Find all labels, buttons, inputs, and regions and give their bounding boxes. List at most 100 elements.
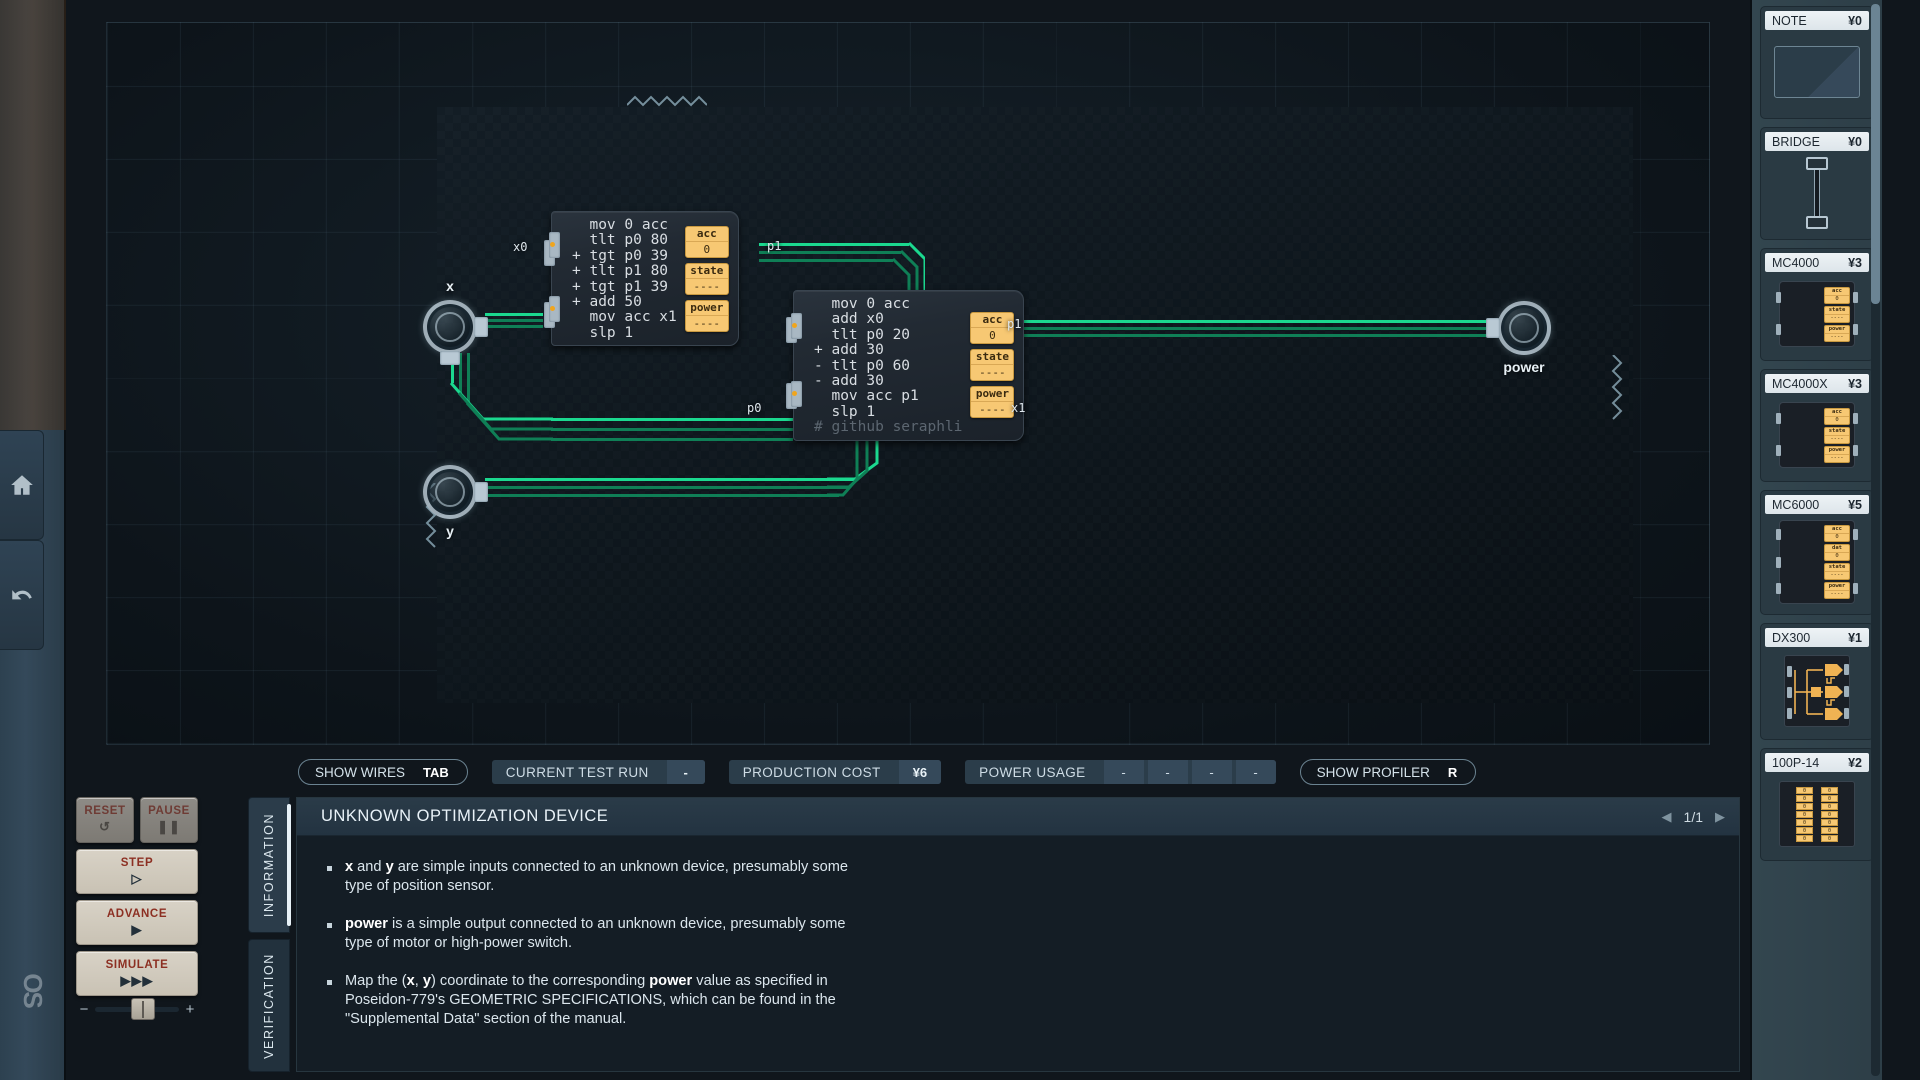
- node-y[interactable]: y: [423, 465, 488, 539]
- wire-segment[interactable]: [485, 319, 543, 322]
- register-name: acc: [685, 227, 728, 242]
- simulate-button[interactable]: SIMULATE ▶▶▶: [76, 951, 198, 996]
- register-acc: acc 0: [684, 225, 729, 258]
- bullet-text: x and y are simple inputs connected to a…: [345, 859, 848, 894]
- chip-mc4000x-1[interactable]: mov 0 acc tlt p0 80 + tgt p0 39 + tlt p1…: [544, 211, 739, 347]
- note-icon: [1774, 46, 1860, 98]
- node-x[interactable]: x: [423, 278, 488, 365]
- scrollbar-thumb[interactable]: [1871, 4, 1880, 304]
- speed-plus-icon[interactable]: +: [182, 1001, 198, 1018]
- wire-segment[interactable]: [485, 494, 839, 497]
- register-value: 0: [1835, 295, 1839, 302]
- p100-cell: 0: [1821, 786, 1838, 794]
- panel-body: x and y are simple inputs connected to a…: [297, 836, 1739, 1029]
- register-value: ----: [1830, 572, 1844, 578]
- register-value: ----: [1830, 314, 1844, 321]
- reset-button[interactable]: RESET ↺: [76, 797, 134, 843]
- part-bridge[interactable]: BRIDGE ¥0: [1760, 127, 1874, 240]
- part-mc4000x[interactable]: MC4000X ¥3 acc 0 state ---- power ----: [1760, 369, 1874, 482]
- parts-sidebar[interactable]: NOTE ¥0 BRIDGE ¥0 MC4000 ¥3 acc 0 state …: [1750, 0, 1882, 1080]
- board-top-connector-icon: [627, 95, 707, 107]
- node-pin: [474, 317, 488, 337]
- parts-scrollbar[interactable]: [1871, 4, 1880, 1076]
- wire-segment[interactable]: [999, 334, 1497, 337]
- speed-slider[interactable]: − +: [76, 998, 198, 1020]
- chip-pin: [549, 232, 560, 258]
- speed-knob[interactable]: [131, 998, 155, 1020]
- wire-bend[interactable]: [443, 375, 553, 445]
- chip-mc4000x-2[interactable]: mov 0 acc add x0 tlt p0 20 + add 30 - tl…: [786, 290, 1025, 441]
- advance-label: ADVANCE: [106, 907, 168, 920]
- wire-segment[interactable]: [999, 327, 1497, 330]
- advance-icon: ▶: [131, 921, 143, 937]
- list-item: power is a simple output connected to an…: [327, 915, 1705, 953]
- p100-cell: 0: [1821, 810, 1838, 818]
- show-wires-button[interactable]: SHOW WIRES TAB: [298, 759, 468, 785]
- production-cost-label: PRODUCTION COST: [742, 764, 881, 780]
- mini-registers: acc 0 dat 0 state ---- power ----: [1824, 525, 1854, 599]
- show-wires-key: TAB: [423, 764, 449, 780]
- p100-cell: 0: [1821, 834, 1838, 842]
- home-button[interactable]: [0, 430, 44, 540]
- part-note[interactable]: NOTE ¥0: [1760, 6, 1874, 119]
- simulate-icon: ▶▶▶: [120, 972, 154, 988]
- part-100p-14[interactable]: 100P-14 ¥2 0 0 0 0 0 0 0 0 0 0 0 0 0 0: [1760, 748, 1874, 861]
- show-profiler-label: SHOW PROFILER: [1316, 764, 1430, 780]
- wire-segment[interactable]: [485, 486, 847, 489]
- speed-track[interactable]: [95, 998, 179, 1020]
- show-profiler-button[interactable]: SHOW PROFILER R: [1299, 759, 1477, 785]
- bullet-icon: [327, 923, 332, 928]
- chip-registers-2: acc 0 state ---- power ----: [966, 291, 1023, 440]
- chip-code-1[interactable]: mov 0 acc tlt p0 80 + tgt p0 39 + tlt p1…: [552, 212, 681, 345]
- undo-button[interactable]: [0, 540, 44, 650]
- wire-segment[interactable]: [999, 320, 1497, 323]
- p100-icon: 0 0 0 0 0 0 0 0 0 0 0 0 0 0: [1779, 781, 1855, 847]
- part-name: BRIDGE: [1772, 134, 1820, 149]
- circuit-grid: x y power mov 0 acc tlt p0 80 + tgt p0 3…: [106, 22, 1710, 745]
- register-value: ----: [1830, 591, 1844, 597]
- tab-verification[interactable]: VERIFICATION: [248, 939, 290, 1072]
- chip-pin: [791, 381, 802, 407]
- part-cost: ¥5: [1848, 497, 1862, 512]
- part-mc4000[interactable]: MC4000 ¥3 acc 0 state ---- power ----: [1760, 248, 1874, 361]
- step-button[interactable]: STEP ▷: [76, 849, 198, 894]
- part-preview: acc 0 state ---- power ----: [1765, 272, 1869, 356]
- part-mc6000[interactable]: MC6000 ¥5 acc 0 dat 0 state ---- power ----: [1760, 490, 1874, 615]
- mini-registers: acc 0 state ---- power ----: [1824, 407, 1854, 463]
- chip-code-2[interactable]: mov 0 acc add x0 tlt p0 20 + add 30 - tl…: [794, 291, 966, 440]
- wire-segment[interactable]: [551, 418, 793, 421]
- register-name: acc: [1825, 288, 1849, 296]
- circuit-canvas[interactable]: x y power mov 0 acc tlt p0 80 + tgt p0 3…: [66, 0, 1750, 795]
- next-page-button[interactable]: ▶: [1715, 809, 1725, 825]
- p100-cell: 0: [1796, 794, 1813, 802]
- register-power: power ----: [970, 386, 1015, 419]
- power-usage-cell: -: [1191, 760, 1232, 784]
- wire-segment[interactable]: [485, 478, 855, 481]
- mc4000-icon: acc 0 state ---- power ----: [1776, 281, 1858, 347]
- tab-information[interactable]: INFORMATION: [248, 797, 291, 933]
- wire-segment[interactable]: [551, 428, 793, 431]
- register-name: power: [971, 387, 1014, 403]
- dx300-icon: [1784, 655, 1850, 727]
- wire-segment[interactable]: [485, 325, 543, 328]
- part-preview: acc 0 state ---- power ----: [1765, 393, 1869, 477]
- node-power[interactable]: power: [1486, 301, 1551, 375]
- part-name: DX300: [1772, 630, 1811, 645]
- panel-tabs: INFORMATION VERIFICATION: [248, 797, 291, 1072]
- step-icon: ▷: [131, 870, 143, 886]
- reset-label: RESET: [84, 805, 126, 817]
- pause-button[interactable]: PAUSE ❚❚: [140, 797, 198, 843]
- wire-segment[interactable]: [759, 259, 893, 262]
- speed-minus-icon[interactable]: −: [76, 1001, 92, 1018]
- register-value: ----: [1830, 435, 1844, 442]
- part-header: MC4000 ¥3: [1765, 253, 1869, 272]
- part-dx300[interactable]: DX300 ¥1: [1760, 623, 1874, 740]
- list-item: Map the (x, y) coordinate to the corresp…: [327, 972, 1705, 1029]
- simulation-controls: RESET ↺ PAUSE ❚❚ STEP ▷ ADVANCE ▶ SIMULA…: [76, 797, 198, 1072]
- advance-button[interactable]: ADVANCE ▶: [76, 900, 198, 945]
- wire-segment[interactable]: [551, 438, 793, 441]
- prev-page-button[interactable]: ◀: [1662, 809, 1672, 825]
- bullet-icon: [327, 980, 332, 985]
- p100-cell: 0: [1796, 810, 1813, 818]
- wire-segment[interactable]: [485, 313, 543, 316]
